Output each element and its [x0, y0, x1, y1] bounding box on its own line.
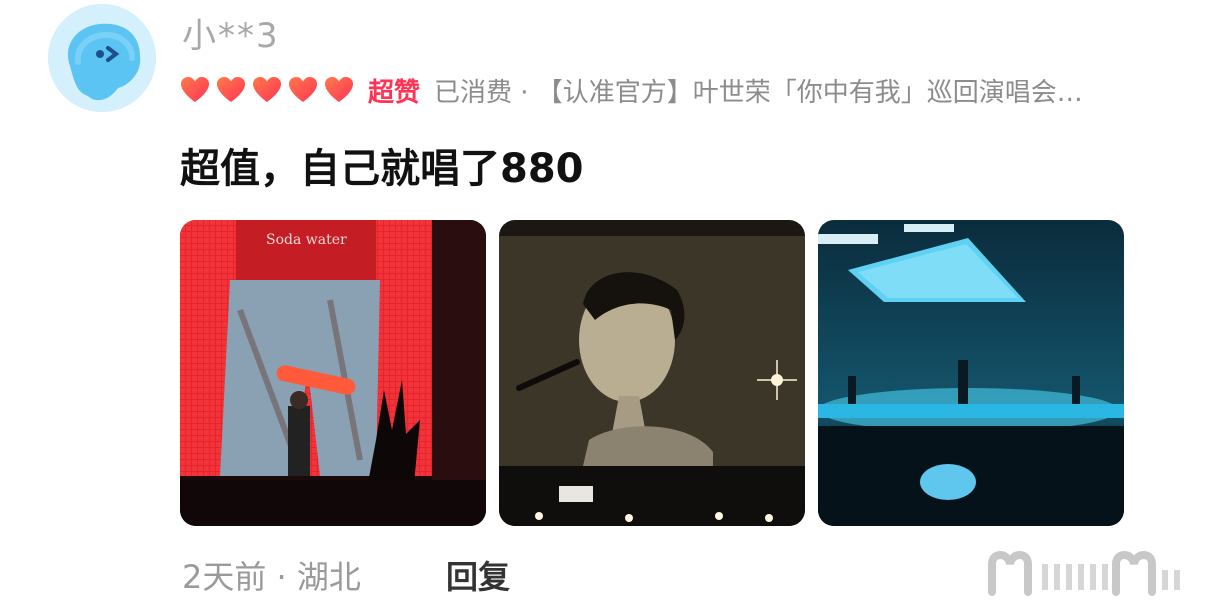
review-text: 超值，自己就唱了880: [180, 146, 584, 192]
blue-blob-face-icon: [48, 4, 156, 112]
reply-button[interactable]: 回复: [446, 552, 510, 598]
rating-row: 超赞 已消费 · 【认准官方】叶世荣「你中有我」巡回演唱会…: [180, 70, 1083, 110]
concert-photo-singer-monochrome[interactable]: [499, 220, 805, 526]
avatar[interactable]: [48, 4, 156, 112]
time-location: 2天前 · 湖北: [182, 558, 361, 596]
concert-photo-red-screen[interactable]: Soda water: [180, 220, 486, 526]
screen-text: Soda water: [266, 232, 347, 248]
heart-icon: [289, 77, 317, 102]
rating-label: 超赞: [368, 77, 421, 108]
heart-icon: [217, 77, 245, 102]
watermark-logo: [986, 548, 1196, 598]
heart-icon: [325, 77, 353, 102]
purchase-info[interactable]: 已消费 · 【认准官方】叶世荣「你中有我」巡回演唱会…: [434, 72, 1083, 109]
rating-hearts: [180, 76, 354, 104]
heart-icon: [181, 77, 209, 102]
username[interactable]: 小**3: [182, 8, 280, 57]
heart-icon: [253, 77, 281, 102]
concert-photo-blue-stage[interactable]: [818, 220, 1124, 526]
photo-gallery: Soda water: [180, 220, 1124, 526]
